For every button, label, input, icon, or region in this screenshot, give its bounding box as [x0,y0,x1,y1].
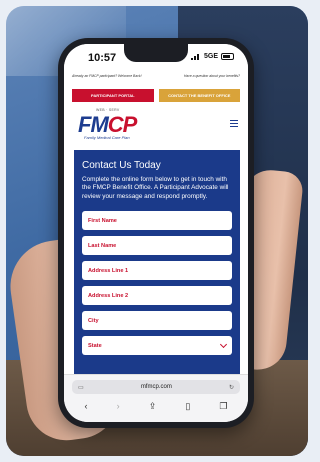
site-button-row: PARTICIPANT PORTAL CONTACT THE BENEFIT O… [64,89,248,103]
last-name-field[interactable]: Last Name [82,236,232,256]
back-icon[interactable]: ‹ [85,401,88,411]
status-time: 10:57 [88,52,117,64]
fmcp-logo[interactable]: WEB · SERV FMCP Family Medical Care Plan [78,108,168,142]
bookmarks-icon[interactable]: ▯ [185,401,190,411]
phone-screen: 10:57 5GE Already an FMCP participant? W… [64,44,248,422]
tabs-icon[interactable]: ❐ [219,401,227,411]
photo-scene: 10:57 5GE Already an FMCP participant? W… [0,0,314,462]
reader-icon[interactable]: ▭ [78,384,84,391]
participant-portal-button[interactable]: PARTICIPANT PORTAL [72,89,154,102]
form-description: Complete the online form below to get in… [82,176,229,200]
address-line-2-field[interactable]: Address Line 2 [82,286,232,306]
network-label: 5GE [203,53,218,60]
welcome-text: Already an FMCP participant? Welcome Bac… [72,74,142,78]
logo-tagline-bottom: Family Medical Care Plan [84,135,130,140]
address-bar[interactable]: ▭ mfmcp.com ↻ [72,380,240,394]
city-field[interactable]: City [82,311,232,331]
contact-form-panel: Contact Us Today Complete the online for… [74,150,240,412]
phone-notch [124,44,188,62]
form-title: Contact Us Today [82,160,161,171]
battery-icon [221,53,234,60]
browser-bar: ▭ mfmcp.com ↻ ‹ › ⇪ ▯ ❐ [64,374,248,422]
address-line-1-field[interactable]: Address Line 1 [82,261,232,281]
smartphone: 10:57 5GE Already an FMCP participant? W… [58,38,254,428]
state-select[interactable]: State [82,336,232,356]
contact-benefit-office-button[interactable]: CONTACT THE BENEFIT OFFICE [158,89,240,102]
browser-toolbar: ‹ › ⇪ ▯ ❐ [70,399,242,413]
forward-icon[interactable]: › [117,401,120,411]
status-indicators: 5GE [190,53,234,60]
share-icon[interactable]: ⇪ [149,401,157,411]
first-name-field[interactable]: First Name [82,211,232,231]
hamburger-menu-icon[interactable] [230,120,238,127]
signal-icon [190,53,201,60]
site-topline: Already an FMCP participant? Welcome Bac… [64,74,248,84]
reload-icon[interactable]: ↻ [229,384,234,391]
question-text: Have a question about your benefits? [183,74,240,78]
chevron-down-icon [219,340,228,348]
url-text: mfmcp.com [140,384,172,390]
